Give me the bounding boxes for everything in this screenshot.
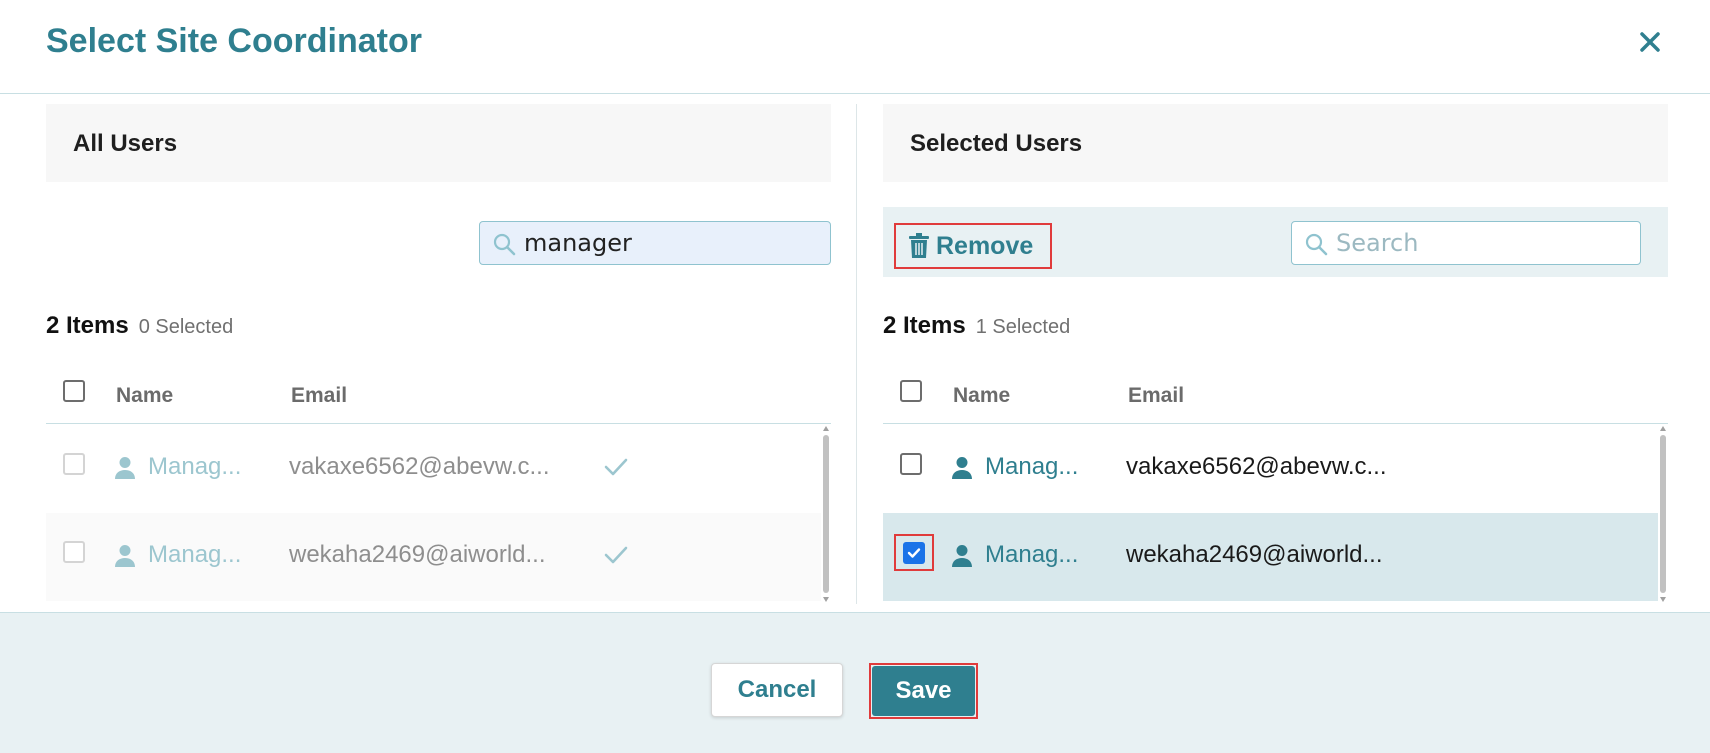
all-users-counts: 2 Items 0 Selected [46, 312, 233, 340]
table-row[interactable]: Manag... wekaha2469@aiworld... [46, 513, 821, 601]
column-email[interactable]: Email [291, 384, 347, 408]
selected-count: 0 Selected [138, 316, 234, 338]
remove-button[interactable]: Remove [894, 223, 1052, 269]
column-name[interactable]: Name [953, 384, 1010, 408]
dialog-footer: Cancel Save [0, 612, 1710, 753]
row-checkbox-checked[interactable] [894, 534, 934, 571]
user-name: Manag... [148, 453, 242, 480]
row-checkbox [63, 453, 85, 480]
all-users-scrollbar[interactable] [821, 425, 831, 603]
selected-users-search[interactable] [1291, 221, 1641, 265]
selected-users-scrollbar[interactable] [1658, 425, 1668, 603]
checkmark-icon [604, 546, 628, 564]
items-count: 2 Items [46, 312, 129, 339]
user-icon [952, 545, 972, 567]
all-users-rows: Manag... vakaxe6562@abevw.c... Manag... … [46, 425, 831, 603]
column-email[interactable]: Email [1128, 384, 1184, 408]
user-email: vakaxe6562@abevw.c... [1126, 453, 1387, 480]
checkmark-icon [604, 458, 628, 476]
user-email: wekaha2469@aiworld... [289, 541, 546, 568]
row-checkbox [63, 541, 85, 568]
user-email: wekaha2469@aiworld... [1126, 541, 1383, 568]
column-name[interactable]: Name [116, 384, 173, 408]
table-row[interactable]: Manag... wekaha2469@aiworld... [883, 513, 1658, 601]
all-users-toolbar [46, 207, 831, 277]
trash-icon [909, 233, 929, 258]
table-row[interactable]: Manag... vakaxe6562@abevw.c... [46, 425, 821, 513]
save-button[interactable]: Save [872, 666, 975, 716]
user-name[interactable]: Manag... [985, 541, 1078, 569]
selected-users-search-input[interactable] [1336, 228, 1628, 258]
selected-users-counts: 2 Items 1 Selected [883, 312, 1070, 340]
close-icon[interactable] [1630, 22, 1670, 62]
remove-label: Remove [936, 231, 1034, 260]
panel-divider [856, 104, 857, 604]
selected-users-heading: Selected Users [910, 130, 1083, 157]
user-name: Manag... [148, 541, 242, 568]
selected-users-toolbar: Remove [883, 207, 1668, 277]
row-checkbox[interactable] [900, 453, 922, 480]
dialog-title: Select Site Coordinator [46, 22, 422, 60]
user-name[interactable]: Manag... [985, 453, 1078, 481]
selected-users-header: Selected Users [883, 104, 1668, 182]
cancel-button[interactable]: Cancel [711, 663, 843, 717]
save-button-highlight: Save [869, 663, 978, 719]
selected-users-panel: Selected Users Remove 2 Items1 Selected … [883, 94, 1668, 612]
all-users-search[interactable] [479, 221, 831, 265]
user-icon [115, 545, 135, 567]
items-count: 2 Items [883, 312, 966, 339]
user-email: vakaxe6562@abevw.c... [289, 453, 550, 480]
user-icon [115, 457, 135, 479]
all-users-search-input[interactable] [524, 228, 818, 258]
all-users-panel: All Users 2 Items 0 Selected Name Email M… [46, 94, 831, 612]
all-users-heading: All Users [73, 130, 178, 157]
all-users-header: All Users [46, 104, 831, 182]
selected-count: 1 Selected [975, 316, 1071, 338]
selected-users-table-header: Name Email [883, 364, 1668, 424]
dialog-header: Select Site Coordinator [0, 0, 1710, 94]
user-icon [952, 457, 972, 479]
search-icon [493, 233, 516, 256]
all-users-table-header: Name Email [46, 364, 831, 424]
select-all-checkbox[interactable] [63, 380, 85, 407]
table-row[interactable]: Manag... vakaxe6562@abevw.c... [883, 425, 1658, 513]
select-all-checkbox[interactable] [900, 380, 922, 407]
search-icon [1305, 233, 1328, 256]
selected-users-rows: Manag... vakaxe6562@abevw.c... Manag... … [883, 425, 1668, 603]
